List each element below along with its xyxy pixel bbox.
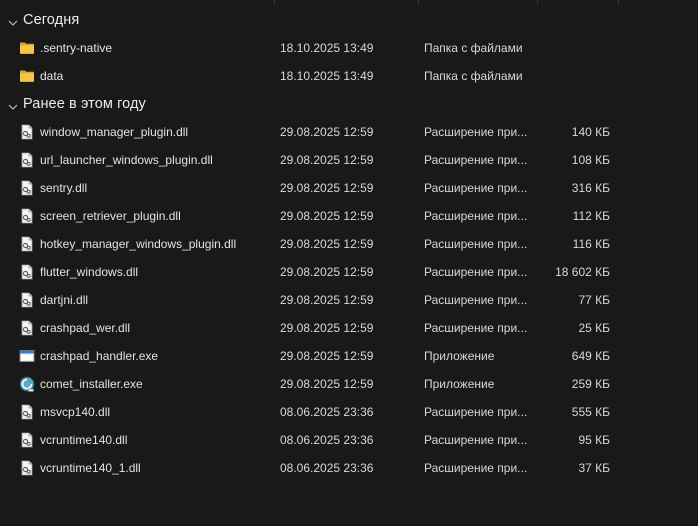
file-date-modified: 18.10.2025 13:49 [280, 41, 374, 55]
dll-file-icon [19, 264, 35, 280]
file-row[interactable]: hotkey_manager_windows_plugin.dll 29.08.2… [0, 230, 698, 258]
file-name: vcruntime140_1.dll [40, 461, 141, 475]
dll-file-icon [19, 432, 35, 448]
group-header[interactable]: Ранее в этом году [0, 90, 698, 118]
file-type: Расширение при... [424, 461, 528, 475]
file-date-modified: 29.08.2025 12:59 [280, 349, 374, 363]
file-row[interactable]: url_launcher_windows_plugin.dll 29.08.202… [0, 146, 698, 174]
file-name: flutter_windows.dll [40, 265, 139, 279]
dll-file-icon [19, 208, 35, 224]
file-date-modified: 29.08.2025 12:59 [280, 209, 374, 223]
file-row[interactable]: crashpad_wer.dll 29.08.2025 12:59 Расширен… [0, 314, 698, 342]
file-size: 316 КБ [571, 181, 610, 195]
group-title: Сегодня [23, 12, 80, 28]
dll-file-icon [19, 320, 35, 336]
file-name: screen_retriever_plugin.dll [40, 209, 181, 223]
file-row[interactable]: vcruntime140_1.dll 08.06.2025 23:36 Расшир… [0, 454, 698, 482]
file-date-modified: 29.08.2025 12:59 [280, 321, 374, 335]
file-type: Расширение при... [424, 265, 528, 279]
group-header[interactable]: Сегодня [0, 6, 698, 34]
file-type: Расширение при... [424, 433, 528, 447]
file-row[interactable]: screen_retriever_plugin.dll 29.08.2025 12… [0, 202, 698, 230]
file-row[interactable]: sentry.dll 29.08.2025 12:59 Расширение при… [0, 174, 698, 202]
file-type: Приложение [424, 349, 495, 363]
dll-file-icon [19, 124, 35, 140]
file-name: msvcp140.dll [40, 405, 111, 419]
file-type: Расширение при... [424, 237, 528, 251]
file-size: 259 КБ [571, 377, 610, 391]
file-name: window_manager_plugin.dll [40, 125, 189, 139]
file-date-modified: 29.08.2025 12:59 [280, 293, 374, 307]
file-date-modified: 29.08.2025 12:59 [280, 237, 374, 251]
file-size: 95 КБ [578, 433, 610, 447]
file-list-pane: Сегодня .sentry-native 18.10.2025 13:49 Пап… [0, 0, 698, 526]
dll-file-icon [19, 180, 35, 196]
file-row[interactable]: flutter_windows.dll 29.08.2025 12:59 Расши… [0, 258, 698, 286]
file-name: url_launcher_windows_plugin.dll [40, 153, 213, 167]
folder-icon [19, 40, 35, 56]
file-name: data [40, 69, 64, 83]
file-name: vcruntime140.dll [40, 433, 128, 447]
column-separator[interactable] [274, 0, 275, 4]
file-type: Папка с файлами [424, 69, 523, 83]
file-type: Приложение [424, 377, 495, 391]
column-separator[interactable] [418, 0, 419, 4]
file-size: 108 КБ [571, 153, 610, 167]
file-size: 112 КБ [572, 209, 610, 223]
file-name: .sentry-native [40, 41, 113, 55]
dll-file-icon [19, 292, 35, 308]
file-type: Расширение при... [424, 153, 528, 167]
file-type: Расширение при... [424, 209, 528, 223]
file-date-modified: 08.06.2025 23:36 [280, 461, 374, 475]
installer-app-icon [19, 376, 35, 392]
chevron-down-icon[interactable] [8, 15, 18, 26]
file-row[interactable]: crashpad_handler.exe 29.08.2025 12:59 Прил… [0, 342, 698, 370]
dll-file-icon [19, 152, 35, 168]
file-date-modified: 08.06.2025 23:36 [280, 405, 374, 419]
file-row[interactable]: data 18.10.2025 13:49 Папка с файлами [0, 62, 698, 90]
file-size: 18 602 КБ [555, 265, 610, 279]
file-date-modified: 29.08.2025 12:59 [280, 125, 374, 139]
file-date-modified: 29.08.2025 12:59 [280, 377, 374, 391]
file-type: Расширение при... [424, 293, 528, 307]
file-row[interactable]: msvcp140.dll 08.06.2025 23:36 Расширение п… [0, 398, 698, 426]
dll-file-icon [19, 460, 35, 476]
file-size: 37 КБ [578, 461, 610, 475]
column-separator[interactable] [537, 0, 538, 4]
file-name: comet_installer.exe [40, 377, 143, 391]
file-row[interactable]: dartjni.dll 29.08.2025 12:59 Расширение пр… [0, 286, 698, 314]
file-name: dartjni.dll [40, 293, 89, 307]
file-date-modified: 29.08.2025 12:59 [280, 153, 374, 167]
file-row[interactable]: .sentry-native 18.10.2025 13:49 Папка с фа… [0, 34, 698, 62]
file-type: Расширение при... [424, 321, 528, 335]
file-date-modified: 29.08.2025 12:59 [280, 181, 374, 195]
file-row[interactable]: comet_installer.exe 29.08.2025 12:59 Прило… [0, 370, 698, 398]
file-name: sentry.dll [40, 181, 88, 195]
file-name: crashpad_handler.exe [40, 349, 159, 363]
exe-app-icon [19, 348, 35, 364]
file-size: 649 КБ [571, 349, 610, 363]
file-name: hotkey_manager_windows_plugin.dll [40, 237, 237, 251]
file-date-modified: 08.06.2025 23:36 [280, 433, 374, 447]
file-type: Папка с файлами [424, 41, 523, 55]
file-type: Расширение при... [424, 125, 528, 139]
file-size: 140 КБ [571, 125, 610, 139]
dll-file-icon [19, 404, 35, 420]
file-size: 77 КБ [578, 293, 610, 307]
file-name: crashpad_wer.dll [40, 321, 131, 335]
file-type: Расширение при... [424, 405, 528, 419]
file-size: 25 КБ [578, 321, 610, 335]
dll-file-icon [19, 236, 35, 252]
group-title: Ранее в этом году [23, 96, 146, 112]
file-date-modified: 18.10.2025 13:49 [280, 69, 374, 83]
folder-icon [19, 68, 35, 84]
chevron-down-icon[interactable] [8, 99, 18, 110]
file-row[interactable]: window_manager_plugin.dll 29.08.2025 12:5… [0, 118, 698, 146]
column-separator[interactable] [618, 0, 619, 4]
file-size: 116 КБ [572, 237, 610, 251]
file-size: 555 КБ [571, 405, 610, 419]
file-date-modified: 29.08.2025 12:59 [280, 265, 374, 279]
file-row[interactable]: vcruntime140.dll 08.06.2025 23:36 Расширен… [0, 426, 698, 454]
file-type: Расширение при... [424, 181, 528, 195]
